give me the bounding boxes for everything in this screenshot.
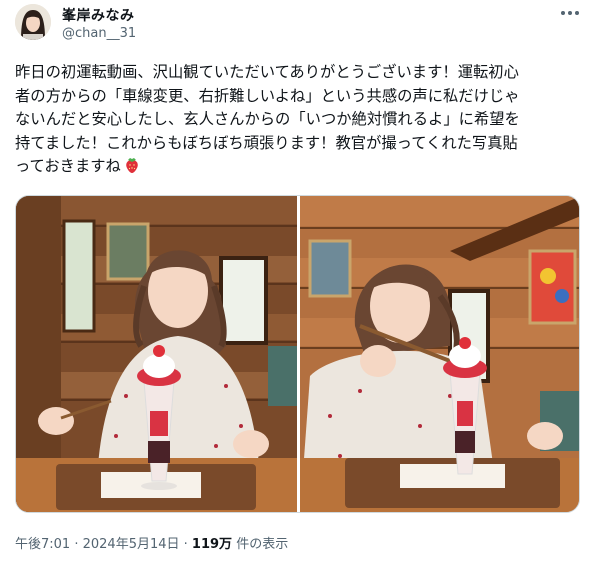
views-count: 119万 [191,537,233,552]
more-options-icon[interactable] [561,6,579,20]
author-handle[interactable]: @chan__31 [62,26,136,41]
photo-2[interactable] [300,196,579,512]
views-label: 件の表示 [232,537,289,552]
tweet-time[interactable]: 午後7:01 [15,537,70,552]
tweet-date[interactable]: 2024年5月14日 [83,537,180,552]
avatar-image [15,4,51,40]
meta-separator-2: · [179,537,192,552]
author-display-name[interactable]: 峯岸みなみ [62,5,135,25]
meta-separator: · [70,537,83,552]
tweet-meta: 午後7:01 · 2024年5月14日 · 119万 件の表示 [15,533,288,552]
tweet-body: 昨日の初運転動画、沢山観ていただいてありがとうございます！運転初心 者の方からの… [15,63,520,176]
avatar[interactable] [15,4,51,40]
strawberry-emoji-icon [123,156,141,182]
photo-1[interactable] [16,196,297,512]
media-grid [15,195,580,513]
tweet-text: 昨日の初運転動画、沢山観ていただいてありがとうございます！運転初心 者の方からの… [15,61,585,182]
